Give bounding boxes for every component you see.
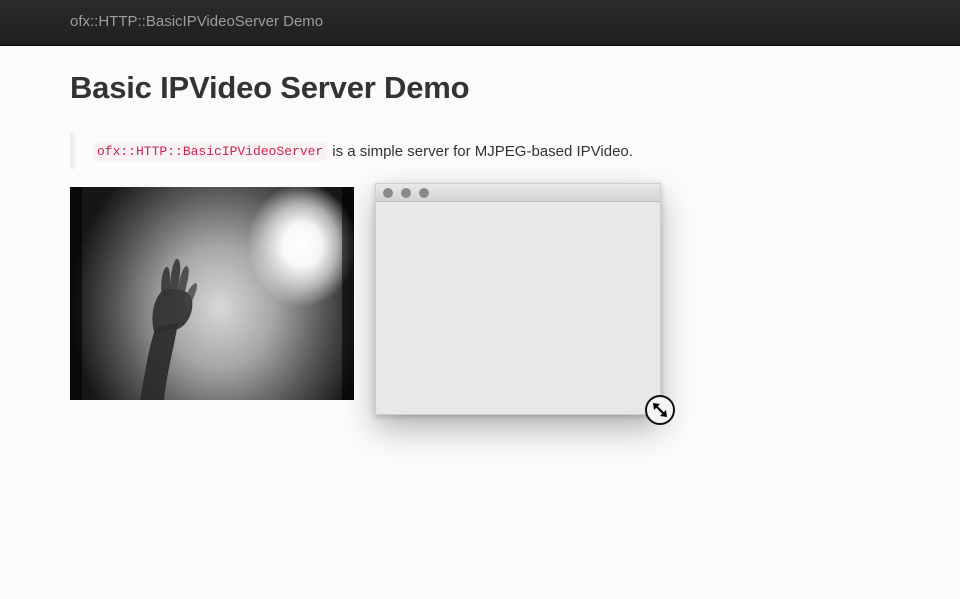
navbar: ofx::HTTP::BasicIPVideoServer Demo: [0, 0, 960, 46]
close-icon[interactable]: [383, 188, 393, 198]
window-titlebar[interactable]: [376, 184, 660, 202]
navbar-brand[interactable]: ofx::HTTP::BasicIPVideoServer Demo: [70, 13, 323, 30]
minimize-icon[interactable]: [401, 188, 411, 198]
video-stream[interactable]: [70, 187, 354, 400]
zoom-icon[interactable]: [419, 188, 429, 198]
window-content: [376, 202, 660, 414]
hand-silhouette-image: [70, 187, 354, 400]
page-title: Basic IPVideo Server Demo: [70, 70, 470, 105]
intro-blockquote: ofx::HTTP::BasicIPVideoServer is a simpl…: [70, 133, 633, 169]
intro-code: ofx::HTTP::BasicIPVideoServer: [93, 141, 328, 161]
popup-video-window[interactable]: [375, 183, 661, 415]
intro-text: is a simple server for MJPEG-based IPVid…: [332, 142, 633, 160]
resize-diagonal-icon[interactable]: [645, 395, 675, 425]
